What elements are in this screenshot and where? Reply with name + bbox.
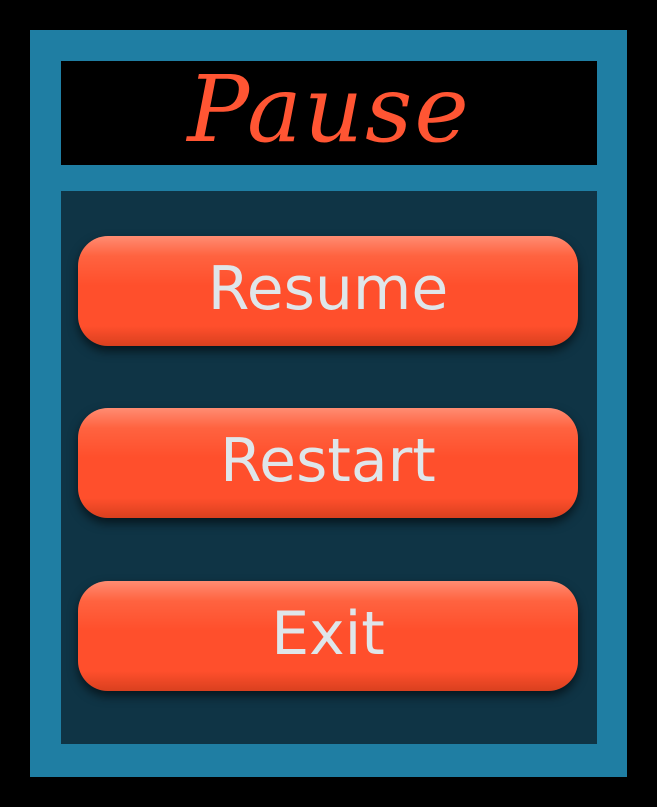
pause-title: Pause <box>187 56 471 163</box>
title-bar: Pause <box>61 61 597 165</box>
menu-panel: Resume Restart Exit <box>61 191 597 744</box>
restart-button[interactable]: Restart <box>78 408 578 518</box>
resume-button[interactable]: Resume <box>78 236 578 346</box>
exit-button-label: Exit <box>271 599 385 669</box>
exit-button[interactable]: Exit <box>78 581 578 691</box>
restart-button-label: Restart <box>220 426 436 496</box>
resume-button-label: Resume <box>207 254 449 324</box>
pause-menu-frame: Pause Resume Restart Exit <box>30 30 627 777</box>
